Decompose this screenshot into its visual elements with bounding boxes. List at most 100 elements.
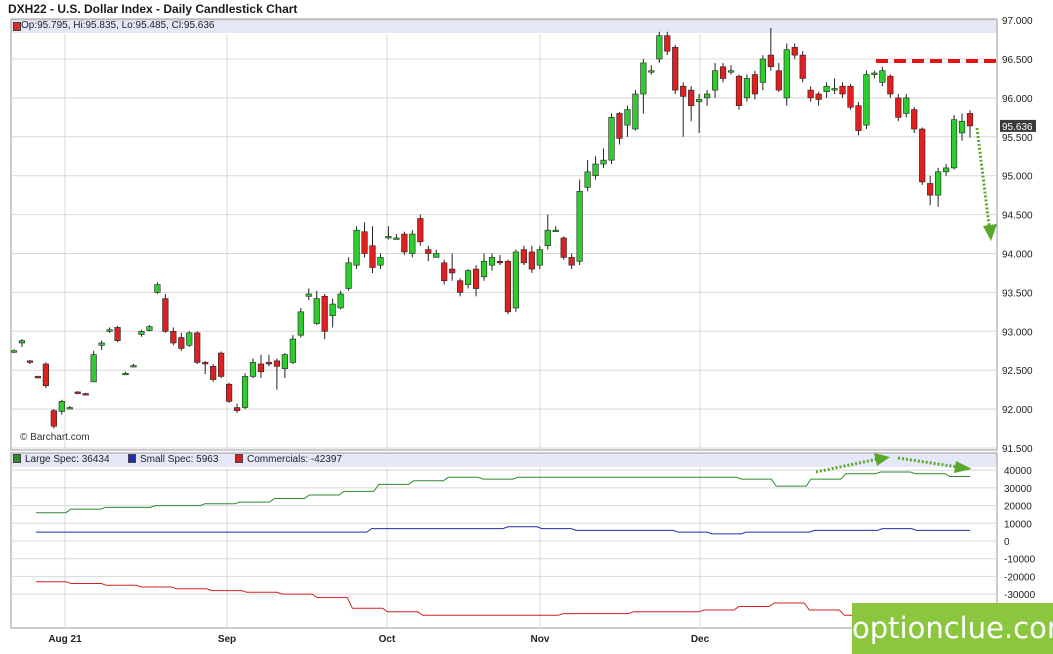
candle-body bbox=[146, 326, 153, 331]
down-arrow-shaft bbox=[975, 127, 992, 234]
candle-body bbox=[791, 47, 798, 56]
down-arrow-head bbox=[983, 224, 997, 241]
candle-body bbox=[735, 75, 743, 106]
price-tick-label: 96.500 bbox=[1002, 55, 1033, 66]
candle-body bbox=[544, 229, 551, 247]
candle-body bbox=[385, 236, 392, 239]
candle-body bbox=[42, 363, 49, 387]
candle-body bbox=[90, 354, 97, 383]
candle-body bbox=[496, 260, 504, 264]
candle-body bbox=[170, 330, 177, 344]
cot-arrow-2-head bbox=[954, 461, 972, 473]
candle-body bbox=[18, 340, 26, 344]
candle-body bbox=[592, 163, 599, 176]
candle-body bbox=[281, 354, 288, 369]
cot-series-line bbox=[36, 526, 970, 535]
candle-body bbox=[417, 218, 424, 243]
candle-body bbox=[433, 253, 440, 258]
candle-body bbox=[265, 362, 273, 365]
brand-logo: optionclue.com bbox=[852, 603, 1053, 654]
chart-svg: 91.500 92.000 92.500 93.000 93.500 94.000 94.5… bbox=[10, 16, 1036, 645]
candle-body bbox=[218, 352, 225, 377]
candle-body bbox=[688, 89, 695, 106]
candle-body bbox=[847, 85, 854, 108]
candle-body bbox=[656, 35, 663, 60]
candle-body bbox=[480, 260, 488, 278]
candle-body bbox=[600, 159, 607, 165]
candle-body bbox=[353, 229, 360, 266]
candle-body bbox=[743, 78, 751, 99]
candle-body bbox=[10, 350, 18, 353]
candle-body bbox=[178, 337, 185, 349]
candle-body bbox=[34, 376, 41, 379]
cot-tick-label: 10000 bbox=[1004, 519, 1032, 530]
candle-body bbox=[82, 393, 89, 396]
candle-body bbox=[632, 93, 639, 130]
candle-body bbox=[608, 117, 615, 161]
candle-body bbox=[815, 93, 822, 100]
candle-body bbox=[560, 237, 567, 258]
candle-body bbox=[337, 293, 344, 309]
candle-body bbox=[241, 376, 249, 408]
candle-body bbox=[640, 62, 647, 95]
candle-body bbox=[186, 332, 193, 346]
candle-body bbox=[50, 410, 57, 427]
candle-body bbox=[966, 113, 974, 127]
candle-body bbox=[919, 128, 926, 183]
candle-body bbox=[472, 268, 480, 289]
candle-body bbox=[783, 49, 790, 99]
candle-body bbox=[329, 303, 336, 317]
price-tick-label: 95.000 bbox=[1002, 172, 1033, 183]
candle-body bbox=[664, 35, 671, 52]
cot-tick-label: -20000 bbox=[1004, 572, 1036, 583]
candle-body bbox=[162, 298, 169, 332]
candle-body bbox=[465, 270, 472, 285]
candle-body bbox=[943, 167, 950, 173]
candle-body bbox=[297, 311, 304, 336]
candle-body bbox=[369, 245, 376, 268]
candle-body bbox=[425, 249, 432, 254]
candle-body bbox=[488, 257, 496, 266]
candle-body bbox=[696, 99, 703, 103]
candle-body bbox=[257, 363, 265, 373]
candle-body bbox=[273, 360, 280, 367]
candle-body bbox=[958, 120, 966, 134]
last-price-label: 95.636 bbox=[1002, 122, 1033, 133]
price-tick-label: 97.000 bbox=[1002, 16, 1033, 27]
candle-body bbox=[106, 329, 113, 332]
cot-tick-label: 0 bbox=[1004, 537, 1010, 548]
candle-body bbox=[114, 327, 121, 341]
candle-body bbox=[823, 85, 830, 92]
candle-body bbox=[202, 362, 209, 365]
cot-arrow-2-shaft bbox=[897, 456, 959, 469]
candle-body bbox=[313, 298, 320, 324]
price-tick-label: 91.500 bbox=[1002, 444, 1033, 455]
candle-body bbox=[576, 190, 583, 262]
price-tick-label: 95.500 bbox=[1002, 133, 1033, 144]
x-tick-label: Aug 21 bbox=[48, 634, 82, 645]
x-tick-label: Nov bbox=[531, 634, 550, 645]
candle-body bbox=[504, 260, 512, 313]
candle-body bbox=[536, 249, 543, 266]
candle-body bbox=[130, 365, 137, 368]
candle-body bbox=[377, 257, 384, 266]
candle-body bbox=[361, 231, 368, 254]
cot-tick-label: -10000 bbox=[1004, 555, 1036, 566]
candle-body bbox=[289, 338, 296, 363]
candle-body bbox=[680, 85, 687, 97]
candle-body bbox=[457, 280, 464, 293]
candle-body bbox=[855, 105, 862, 131]
candle-body bbox=[58, 401, 65, 412]
candle-body bbox=[345, 262, 352, 289]
candle-body bbox=[26, 360, 34, 363]
candle-body bbox=[648, 70, 655, 73]
candle-body bbox=[887, 75, 894, 95]
candle-body bbox=[305, 293, 312, 297]
candle-body bbox=[719, 66, 727, 79]
cot-series-line bbox=[36, 471, 970, 514]
candle-body bbox=[226, 383, 233, 402]
cot-tick-label: 40000 bbox=[1004, 466, 1032, 477]
price-tick-label: 92.000 bbox=[1002, 405, 1033, 416]
candle-body bbox=[807, 89, 814, 99]
price-panel-frame bbox=[10, 18, 998, 451]
